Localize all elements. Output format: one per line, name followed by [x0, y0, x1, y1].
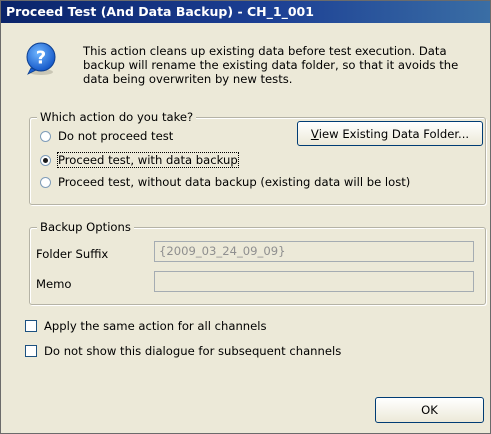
- mnemonic-letter: V: [310, 126, 319, 141]
- backup-options-label: Backup Options: [37, 220, 134, 234]
- folder-suffix-input[interactable]: {2009_03_24_09_09}: [154, 241, 474, 262]
- checkbox-box[interactable]: [25, 320, 37, 332]
- button-label: iew Existing Data Folder...: [318, 126, 470, 141]
- radio-label: Proceed test, with data backup: [57, 152, 239, 168]
- radio-label: Proceed test, without data backup (exist…: [58, 175, 411, 189]
- checkbox-label: Apply the same action for all channels: [44, 319, 267, 333]
- ok-button-label: OK: [421, 403, 438, 417]
- checkbox-box[interactable]: [25, 345, 37, 357]
- ok-button[interactable]: OK: [375, 397, 484, 423]
- dialog-window: Proceed Test (And Data Backup) - CH_1_00…: [0, 0, 491, 434]
- checkbox-label: Do not show this dialogue for subsequent…: [44, 344, 342, 358]
- memo-input[interactable]: [154, 271, 474, 292]
- title-bar[interactable]: Proceed Test (And Data Backup) - CH_1_00…: [1, 1, 490, 23]
- radio-do-not-proceed[interactable]: Do not proceed test: [40, 129, 173, 143]
- action-group-label: Which action do you take?: [37, 110, 197, 124]
- memo-label: Memo: [36, 277, 72, 291]
- info-message: This action cleans up existing data befo…: [83, 44, 459, 86]
- radio-proceed-without-backup[interactable]: Proceed test, without data backup (exist…: [40, 175, 410, 189]
- radio-button-selected[interactable]: [40, 154, 51, 166]
- window-title: Proceed Test (And Data Backup) - CH_1_00…: [6, 4, 314, 19]
- radio-proceed-with-backup[interactable]: Proceed test, with data backup: [40, 152, 239, 168]
- backup-options-group: Backup Options: [29, 220, 486, 305]
- apply-all-channels-checkbox[interactable]: Apply the same action for all channels: [25, 319, 267, 333]
- folder-suffix-label: Folder Suffix: [36, 247, 109, 261]
- radio-button[interactable]: [40, 176, 51, 188]
- view-existing-data-folder-button[interactable]: View Existing Data Folder...: [297, 121, 483, 146]
- radio-button[interactable]: [40, 130, 51, 142]
- radio-label: Do not proceed test: [58, 129, 174, 143]
- do-not-show-again-checkbox[interactable]: Do not show this dialogue for subsequent…: [25, 344, 341, 358]
- svg-text:?: ?: [36, 48, 46, 69]
- question-icon: ?: [26, 42, 56, 75]
